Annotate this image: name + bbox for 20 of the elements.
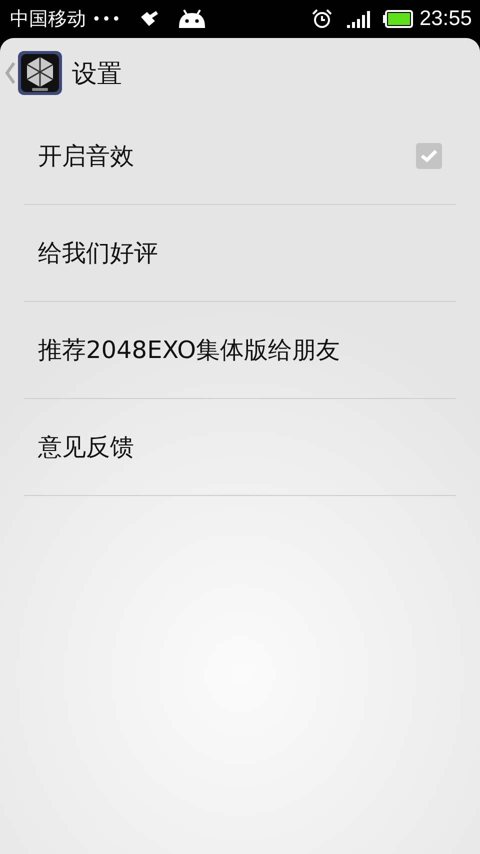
settings-row[interactable]: 意见反馈 — [24, 399, 456, 496]
settings-row[interactable]: 给我们好评 — [24, 205, 456, 302]
android-icon — [178, 9, 206, 29]
notification-dots: ••• — [92, 10, 122, 28]
clock-time: 23:55 — [419, 7, 472, 31]
setting-label: 意见反馈 — [38, 432, 134, 463]
signal-icon — [347, 10, 372, 28]
check-icon — [420, 149, 438, 163]
carrier-name: 中国移动 — [10, 7, 86, 32]
setting-label: 给我们好评 — [38, 238, 158, 269]
setting-label: 推荐2048EXO集体版给朋友 — [38, 335, 340, 366]
alarm-icon — [311, 8, 334, 30]
back-chevron-icon[interactable] — [4, 62, 16, 84]
sound-checkbox[interactable] — [416, 143, 442, 169]
screen-title: 设置 — [72, 58, 122, 90]
settings-row[interactable]: 开启音效 — [24, 108, 456, 205]
settings-row[interactable]: 推荐2048EXO集体版给朋友 — [24, 302, 456, 399]
app-icon — [18, 51, 62, 95]
battery-icon — [383, 10, 414, 28]
setting-label: 开启音效 — [38, 141, 134, 172]
